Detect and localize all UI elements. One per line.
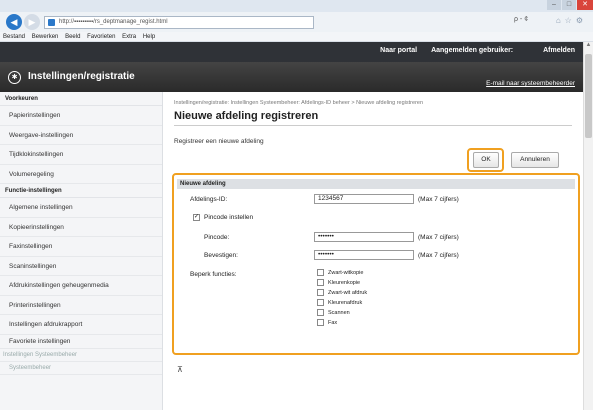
page-favicon-icon	[48, 19, 55, 26]
checkbox-fax[interactable]	[317, 319, 324, 326]
url-controls[interactable]: ρ - ¢	[514, 16, 528, 23]
checkbox-bw-print[interactable]	[317, 289, 324, 296]
close-icon[interactable]: ✕	[577, 0, 593, 10]
sidebar-item-fax[interactable]: Faxinstellingen	[0, 237, 162, 257]
sidebar-item-tijdklok[interactable]: Tijdklokinstellingen	[0, 145, 162, 165]
func-checkbox-bw-copy[interactable]: Zwart-witkopie	[317, 269, 363, 276]
logout-link[interactable]: Afmelden	[543, 47, 575, 54]
toolbar-icons: ⌂☆⚙	[556, 16, 587, 25]
sidebar-item-systeembeheer[interactable]: Systeembeheer	[0, 362, 162, 375]
func-checkbox-color-copy[interactable]: Kleurenkopie	[317, 279, 360, 286]
func-label-color-print: Kleurenafdruk	[328, 299, 363, 306]
page-title: Nieuwe afdeling registreren	[174, 110, 319, 122]
dept-id-input[interactable]: 1234567	[314, 194, 414, 204]
star-icon[interactable]: ☆	[565, 16, 576, 25]
sidebar-item-afdrukrapport[interactable]: Instellingen afdrukrapport	[0, 315, 162, 335]
checkbox-scan[interactable]	[317, 309, 324, 316]
window-controls: – □ ✕	[546, 0, 593, 12]
home-icon[interactable]: ⌂	[556, 16, 565, 25]
func-label-scan: Scannen	[328, 309, 350, 316]
checkbox-color-print[interactable]	[317, 299, 324, 306]
menu-help[interactable]: Help	[143, 34, 155, 40]
app-title: Instellingen/registratie	[28, 71, 135, 82]
menu-bestand[interactable]: Bestand	[3, 34, 25, 40]
func-checkbox-fax[interactable]: Fax	[317, 319, 337, 326]
sidebar-item-kopieer[interactable]: Kopieerinstellingen	[0, 218, 162, 237]
confirm-label: Bevestigen:	[204, 252, 238, 259]
restrict-label: Beperk functies:	[190, 271, 237, 278]
settings-logo-icon: ✱	[8, 71, 21, 84]
menu-extra[interactable]: Extra	[122, 34, 136, 40]
browser-titlebar: – □ ✕	[0, 0, 593, 12]
forward-arrow-icon[interactable]: ▶	[24, 14, 40, 30]
page-subtitle: Registreer een nieuwe afdeling	[174, 138, 264, 145]
sidebar-item-algemeen[interactable]: Algemene instellingen	[0, 198, 162, 218]
sidebar-item-volume[interactable]: Volumeregeling	[0, 165, 162, 184]
minimize-icon[interactable]: –	[547, 0, 561, 10]
page-scrollbar[interactable]: ▲	[583, 42, 593, 410]
func-checkbox-color-print[interactable]: Kleurenafdruk	[317, 299, 362, 306]
main-content: Instellingen/registratie: Instellingen S…	[164, 92, 583, 410]
pin-input[interactable]: •••••••	[314, 232, 414, 242]
browser-addressbar: ◀ ▶ http://▪▪▪▪▪▪▪▪▪/rs_deptmanage_regis…	[0, 12, 593, 32]
func-checkbox-bw-print[interactable]: Zwart-wit afdruk	[317, 289, 367, 296]
sidebar-item-scan[interactable]: Scaninstellingen	[0, 257, 162, 276]
sidebar-section-voorkeuren: Voorkeuren	[0, 92, 162, 106]
func-label-bw-print: Zwart-wit afdruk	[328, 289, 368, 296]
url-text: http://▪▪▪▪▪▪▪▪▪/rs_deptmanage_regist.ht…	[59, 19, 168, 25]
func-label-fax: Fax	[328, 319, 338, 326]
breadcrumb: Instellingen/registratie: Instellingen S…	[174, 100, 424, 106]
pin-hint: (Max 7 cijfers)	[418, 234, 459, 241]
cancel-button[interactable]: Annuleren	[511, 152, 559, 168]
dept-id-hint: (Max 7 cijfers)	[418, 196, 459, 203]
maximize-icon[interactable]: □	[562, 0, 576, 10]
sidebar-item-papier[interactable]: Papierinstellingen	[0, 106, 162, 126]
scrollbar-thumb[interactable]	[585, 54, 592, 138]
section-header: Nieuwe afdeling	[177, 179, 575, 189]
menu-beeld[interactable]: Beeld	[65, 34, 80, 40]
sidebar-item-weergave[interactable]: Weergave-instellingen	[0, 126, 162, 145]
pin-label: Pincode:	[204, 234, 230, 241]
sidebar-section-functie: Functie-instellingen	[0, 184, 162, 198]
pin-checkbox-label: Pincode instellen	[204, 214, 254, 222]
confirm-input[interactable]: •••••••	[314, 250, 414, 260]
browser-menubar: Bestand Bewerken Beeld Favorieten Extra …	[0, 32, 593, 42]
gear-icon[interactable]: ⚙	[576, 16, 587, 25]
sidebar-item-geheugenmedia[interactable]: Afdrukinstellingen geheugenmedia	[0, 276, 162, 296]
ok-button[interactable]: OK	[473, 152, 499, 168]
mail-admin-link[interactable]: E-mail naar systeembeheerder	[486, 80, 575, 87]
menu-bewerken[interactable]: Bewerken	[32, 34, 59, 40]
sidebar-item-favoriet[interactable]: Favoriete instellingen	[0, 335, 162, 349]
menu-favorieten[interactable]: Favorieten	[87, 34, 115, 40]
sidebar: Voorkeuren Papierinstellingen Weergave-i…	[0, 92, 163, 410]
app-header: ✱ Instellingen/registratie E-mail naar s…	[0, 62, 583, 92]
sidebar-section-systeembeheer: Instellingen Systeembeheer	[0, 349, 162, 362]
checkbox-bw-copy[interactable]	[317, 269, 324, 276]
user-label: Aangemelden gebruiker:	[431, 47, 514, 54]
func-checkbox-scan[interactable]: Scannen	[317, 309, 350, 316]
portal-link[interactable]: Naar portal	[380, 47, 417, 54]
scroll-up-icon[interactable]: ▲	[584, 42, 593, 51]
back-to-top-icon[interactable]: ⊼	[177, 365, 183, 374]
func-label-bw-copy: Zwart-witkopie	[328, 269, 364, 276]
sidebar-item-printer[interactable]: Printerinstellingen	[0, 296, 162, 315]
confirm-hint: (Max 7 cijfers)	[418, 252, 459, 259]
url-input[interactable]: http://▪▪▪▪▪▪▪▪▪/rs_deptmanage_regist.ht…	[44, 16, 314, 29]
new-department-section: Nieuwe afdeling Afdelings-ID: 1234567 (M…	[177, 179, 575, 351]
func-label-color-copy: Kleurenkopie	[328, 279, 361, 286]
title-divider	[174, 125, 572, 126]
pin-checkbox[interactable]: ✓	[193, 214, 200, 221]
dept-id-label: Afdelings-ID:	[190, 196, 228, 203]
top-header: Naar portal Aangemelden gebruiker: Afmel…	[0, 42, 583, 62]
pin-checkbox-row: ✓ Pincode instellen	[193, 214, 253, 221]
back-arrow-icon[interactable]: ◀	[6, 14, 22, 30]
checkbox-color-copy[interactable]	[317, 279, 324, 286]
header-links: Naar portal Aangemelden gebruiker: Afmel…	[368, 47, 575, 54]
